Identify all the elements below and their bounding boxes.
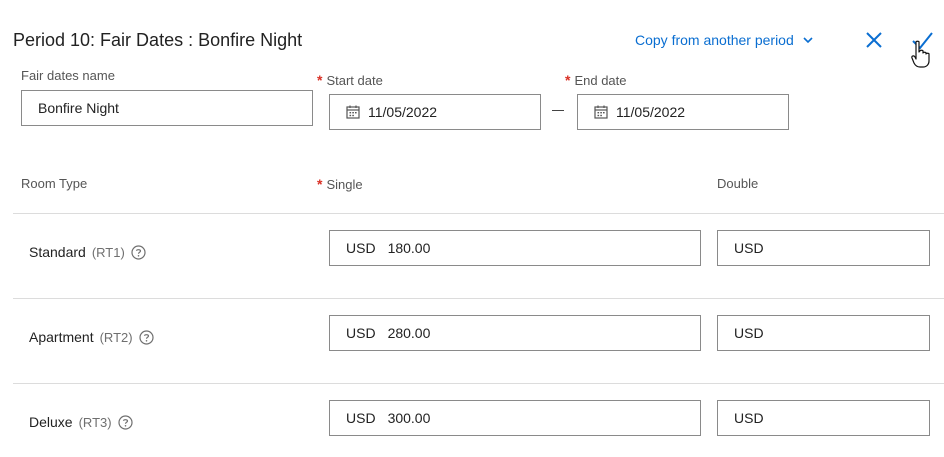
double-price-field[interactable]: USD	[717, 400, 930, 436]
room-type-name: Standard	[29, 244, 86, 260]
currency-label: USD	[734, 410, 764, 426]
fair-dates-name-value: Bonfire Night	[38, 100, 119, 116]
room-type-code: (RT2)	[99, 329, 133, 345]
room-type-code: (RT1)	[91, 244, 125, 260]
single-price-value: 280.00	[387, 325, 431, 341]
calendar-icon	[594, 105, 608, 119]
start-date-value: 11/05/2022	[368, 104, 438, 120]
chevron-down-icon	[803, 37, 813, 44]
double-price-field[interactable]: USD	[717, 230, 930, 266]
fair-dates-name-field[interactable]: Bonfire Night	[21, 90, 313, 126]
single-price-field[interactable]: USD 300.00	[329, 400, 701, 436]
single-price-value: 180.00	[387, 240, 431, 256]
double-price-field[interactable]: USD	[717, 315, 930, 351]
row-divider	[13, 298, 944, 299]
currency-label: USD	[346, 240, 376, 256]
room-type-column-header: Room Type	[21, 176, 88, 191]
copy-from-period-label: Copy from another period	[635, 32, 794, 48]
row-divider	[13, 213, 944, 214]
table-row-label-apartment: Apartment (RT2)	[29, 329, 154, 345]
single-price-value: 300.00	[387, 410, 431, 426]
required-marker: *	[317, 72, 323, 88]
date-range-separator	[552, 110, 564, 111]
table-row-label-deluxe: Deluxe (RT3)	[29, 414, 133, 430]
help-icon[interactable]	[131, 244, 146, 260]
end-date-field[interactable]: 11/05/2022	[577, 94, 789, 130]
room-type-name: Deluxe	[29, 414, 73, 430]
room-type-code: (RT3)	[78, 414, 112, 430]
required-marker: *	[565, 72, 571, 88]
currency-label: USD	[734, 325, 764, 341]
end-date-label-text: End date	[574, 73, 627, 88]
fair-dates-name-label: Fair dates name	[21, 68, 115, 83]
calendar-icon	[346, 105, 360, 119]
single-price-field[interactable]: USD 180.00	[329, 230, 701, 266]
currency-label: USD	[346, 410, 376, 426]
start-date-label: * Start date	[317, 72, 383, 88]
single-column-header: * Single	[317, 176, 363, 192]
page-title: Period 10: Fair Dates : Bonfire Night	[13, 30, 303, 50]
row-divider	[13, 383, 944, 384]
single-price-field[interactable]: USD 280.00	[329, 315, 701, 351]
copy-from-period-dropdown[interactable]: Copy from another period	[635, 32, 814, 48]
table-row-label-standard: Standard (RT1)	[29, 244, 146, 260]
help-icon[interactable]	[117, 414, 133, 430]
close-icon[interactable]	[862, 28, 886, 52]
room-type-name: Apartment	[29, 329, 94, 345]
end-date-label: * End date	[565, 72, 627, 88]
currency-label: USD	[734, 240, 764, 256]
start-date-label-text: Start date	[326, 73, 383, 88]
fair-dates-editor: Period 10: Fair Dates : Bonfire Night Co…	[0, 0, 944, 457]
single-column-header-text: Single	[326, 177, 363, 192]
help-icon[interactable]	[138, 329, 154, 345]
currency-label: USD	[346, 325, 376, 341]
start-date-field[interactable]: 11/05/2022	[329, 94, 541, 130]
end-date-value: 11/05/2022	[616, 104, 686, 120]
hand-cursor-icon	[911, 40, 930, 68]
required-marker: *	[317, 176, 323, 192]
double-column-header: Double	[717, 176, 759, 191]
